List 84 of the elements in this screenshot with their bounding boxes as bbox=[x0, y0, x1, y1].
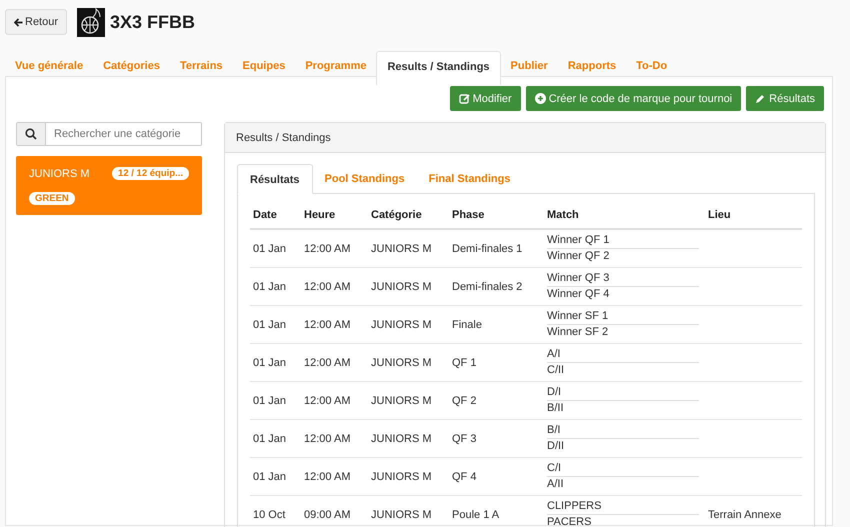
action-button[interactable]: Résultats bbox=[746, 86, 824, 111]
table-cell: JUNIORS M bbox=[368, 344, 449, 382]
search-field[interactable]: Rechercher une catégorie bbox=[16, 122, 202, 146]
team-name: Winner SF 2 bbox=[547, 325, 610, 340]
panel-tab[interactable]: Final Standings bbox=[416, 164, 522, 194]
table-cell: 12:00 AM bbox=[301, 229, 368, 268]
table-cell: 12:00 AM bbox=[301, 344, 368, 382]
team-name: Winner QF 1 bbox=[547, 233, 699, 249]
table-cell: 12:00 AM bbox=[301, 420, 368, 458]
table-cell: Demi-finales 2 bbox=[449, 268, 544, 306]
table-cell: JUNIORS M bbox=[368, 382, 449, 420]
table-cell: 01 Jan bbox=[250, 382, 301, 420]
table-cell: 01 Jan bbox=[250, 229, 301, 268]
action-button[interactable]: Créer le code de marque pour tournoi bbox=[526, 86, 742, 111]
column-header: Heure bbox=[301, 202, 368, 229]
column-header: Catégorie bbox=[368, 202, 449, 229]
nav-tab[interactable]: Programme bbox=[295, 51, 376, 83]
table-cell: JUNIORS M bbox=[368, 229, 449, 268]
panel-tab[interactable]: Pool Standings bbox=[312, 164, 417, 194]
column-header: Lieu bbox=[705, 202, 802, 229]
team-name: CLIPPERS bbox=[547, 499, 699, 515]
nav-tab[interactable]: Catégories bbox=[93, 51, 170, 83]
table-cell: Demi-finales 1 bbox=[449, 229, 544, 268]
column-header: Date bbox=[250, 202, 301, 229]
table-cell: QF 3 bbox=[449, 420, 544, 458]
team-name: Winner SF 1 bbox=[547, 309, 699, 325]
table-cell: 01 Jan bbox=[250, 458, 301, 496]
table-cell: 12:00 AM bbox=[301, 306, 368, 344]
table-cell: 12:00 AM bbox=[301, 268, 368, 306]
team-name: A/II bbox=[547, 477, 565, 492]
table-cell: QF 1 bbox=[449, 344, 544, 382]
table-cell: Finale bbox=[449, 306, 544, 344]
table-cell: 09:00 AM bbox=[301, 496, 368, 527]
team-name: Winner QF 3 bbox=[547, 271, 699, 287]
team-name: PACERS bbox=[547, 515, 592, 527]
team-name: B/I bbox=[547, 423, 699, 439]
arrow-left-icon bbox=[14, 18, 23, 26]
team-count-badge: 12 / 12 équip... bbox=[112, 167, 189, 180]
panel-tab[interactable]: Résultats bbox=[237, 164, 313, 194]
table-cell: QF 2 bbox=[449, 382, 544, 420]
table-cell: 01 Jan bbox=[250, 268, 301, 306]
nav-tab[interactable]: To-Do bbox=[626, 51, 678, 83]
team-name: Winner QF 4 bbox=[547, 287, 610, 302]
table-cell: JUNIORS M bbox=[368, 458, 449, 496]
table-cell: JUNIORS M bbox=[368, 306, 449, 344]
action-button[interactable]: Modifier bbox=[450, 86, 521, 111]
table-cell: JUNIORS M bbox=[368, 420, 449, 458]
table-cell: QF 4 bbox=[449, 458, 544, 496]
table-cell: 01 Jan bbox=[250, 420, 301, 458]
category-name: JUNIORS M bbox=[29, 168, 90, 180]
team-name: C/I bbox=[547, 461, 699, 477]
table-cell: 12:00 AM bbox=[301, 458, 368, 496]
table-cell: Poule 1 A bbox=[449, 496, 544, 527]
back-button[interactable]: Retour bbox=[5, 9, 68, 35]
panel-title: Results / Standings bbox=[236, 132, 331, 144]
table-cell: JUNIORS M bbox=[368, 268, 449, 306]
nav-tab[interactable]: Terrains bbox=[170, 51, 233, 83]
edit-icon bbox=[458, 93, 470, 104]
nav-tab[interactable]: Vue générale bbox=[5, 51, 94, 83]
team-name: B/II bbox=[547, 401, 565, 416]
nav-tab[interactable]: Equipes bbox=[232, 51, 296, 83]
team-name: D/I bbox=[547, 385, 699, 401]
team-name: C/II bbox=[547, 363, 566, 378]
team-name: A/I bbox=[547, 347, 699, 363]
column-header: Phase bbox=[449, 202, 544, 229]
table-cell: Terrain Annexe bbox=[705, 496, 802, 527]
table-cell: 12:00 AM bbox=[301, 382, 368, 420]
team-name: D/II bbox=[547, 439, 566, 454]
table-cell: 01 Jan bbox=[250, 344, 301, 382]
pencil-icon bbox=[755, 93, 766, 104]
basketball-logo-icon bbox=[77, 8, 106, 36]
level-tag: GREEN bbox=[29, 192, 75, 205]
search-icon bbox=[25, 128, 37, 140]
category-card[interactable]: JUNIORS M 12 / 12 équip... GREEN bbox=[16, 156, 202, 215]
team-name: Winner QF 2 bbox=[547, 249, 610, 264]
nav-tab[interactable]: Rapports bbox=[558, 51, 626, 83]
app-title: 3X3 FFBB bbox=[110, 12, 196, 32]
nav-tab[interactable]: Results / Standings bbox=[376, 51, 501, 85]
plus-circle-icon bbox=[534, 93, 546, 104]
column-header: Match bbox=[544, 202, 705, 229]
table-cell: 10 Oct bbox=[250, 496, 301, 527]
nav-tab[interactable]: Publier bbox=[500, 51, 558, 83]
table-cell: JUNIORS M bbox=[368, 496, 449, 527]
table-cell: 01 Jan bbox=[250, 306, 301, 344]
